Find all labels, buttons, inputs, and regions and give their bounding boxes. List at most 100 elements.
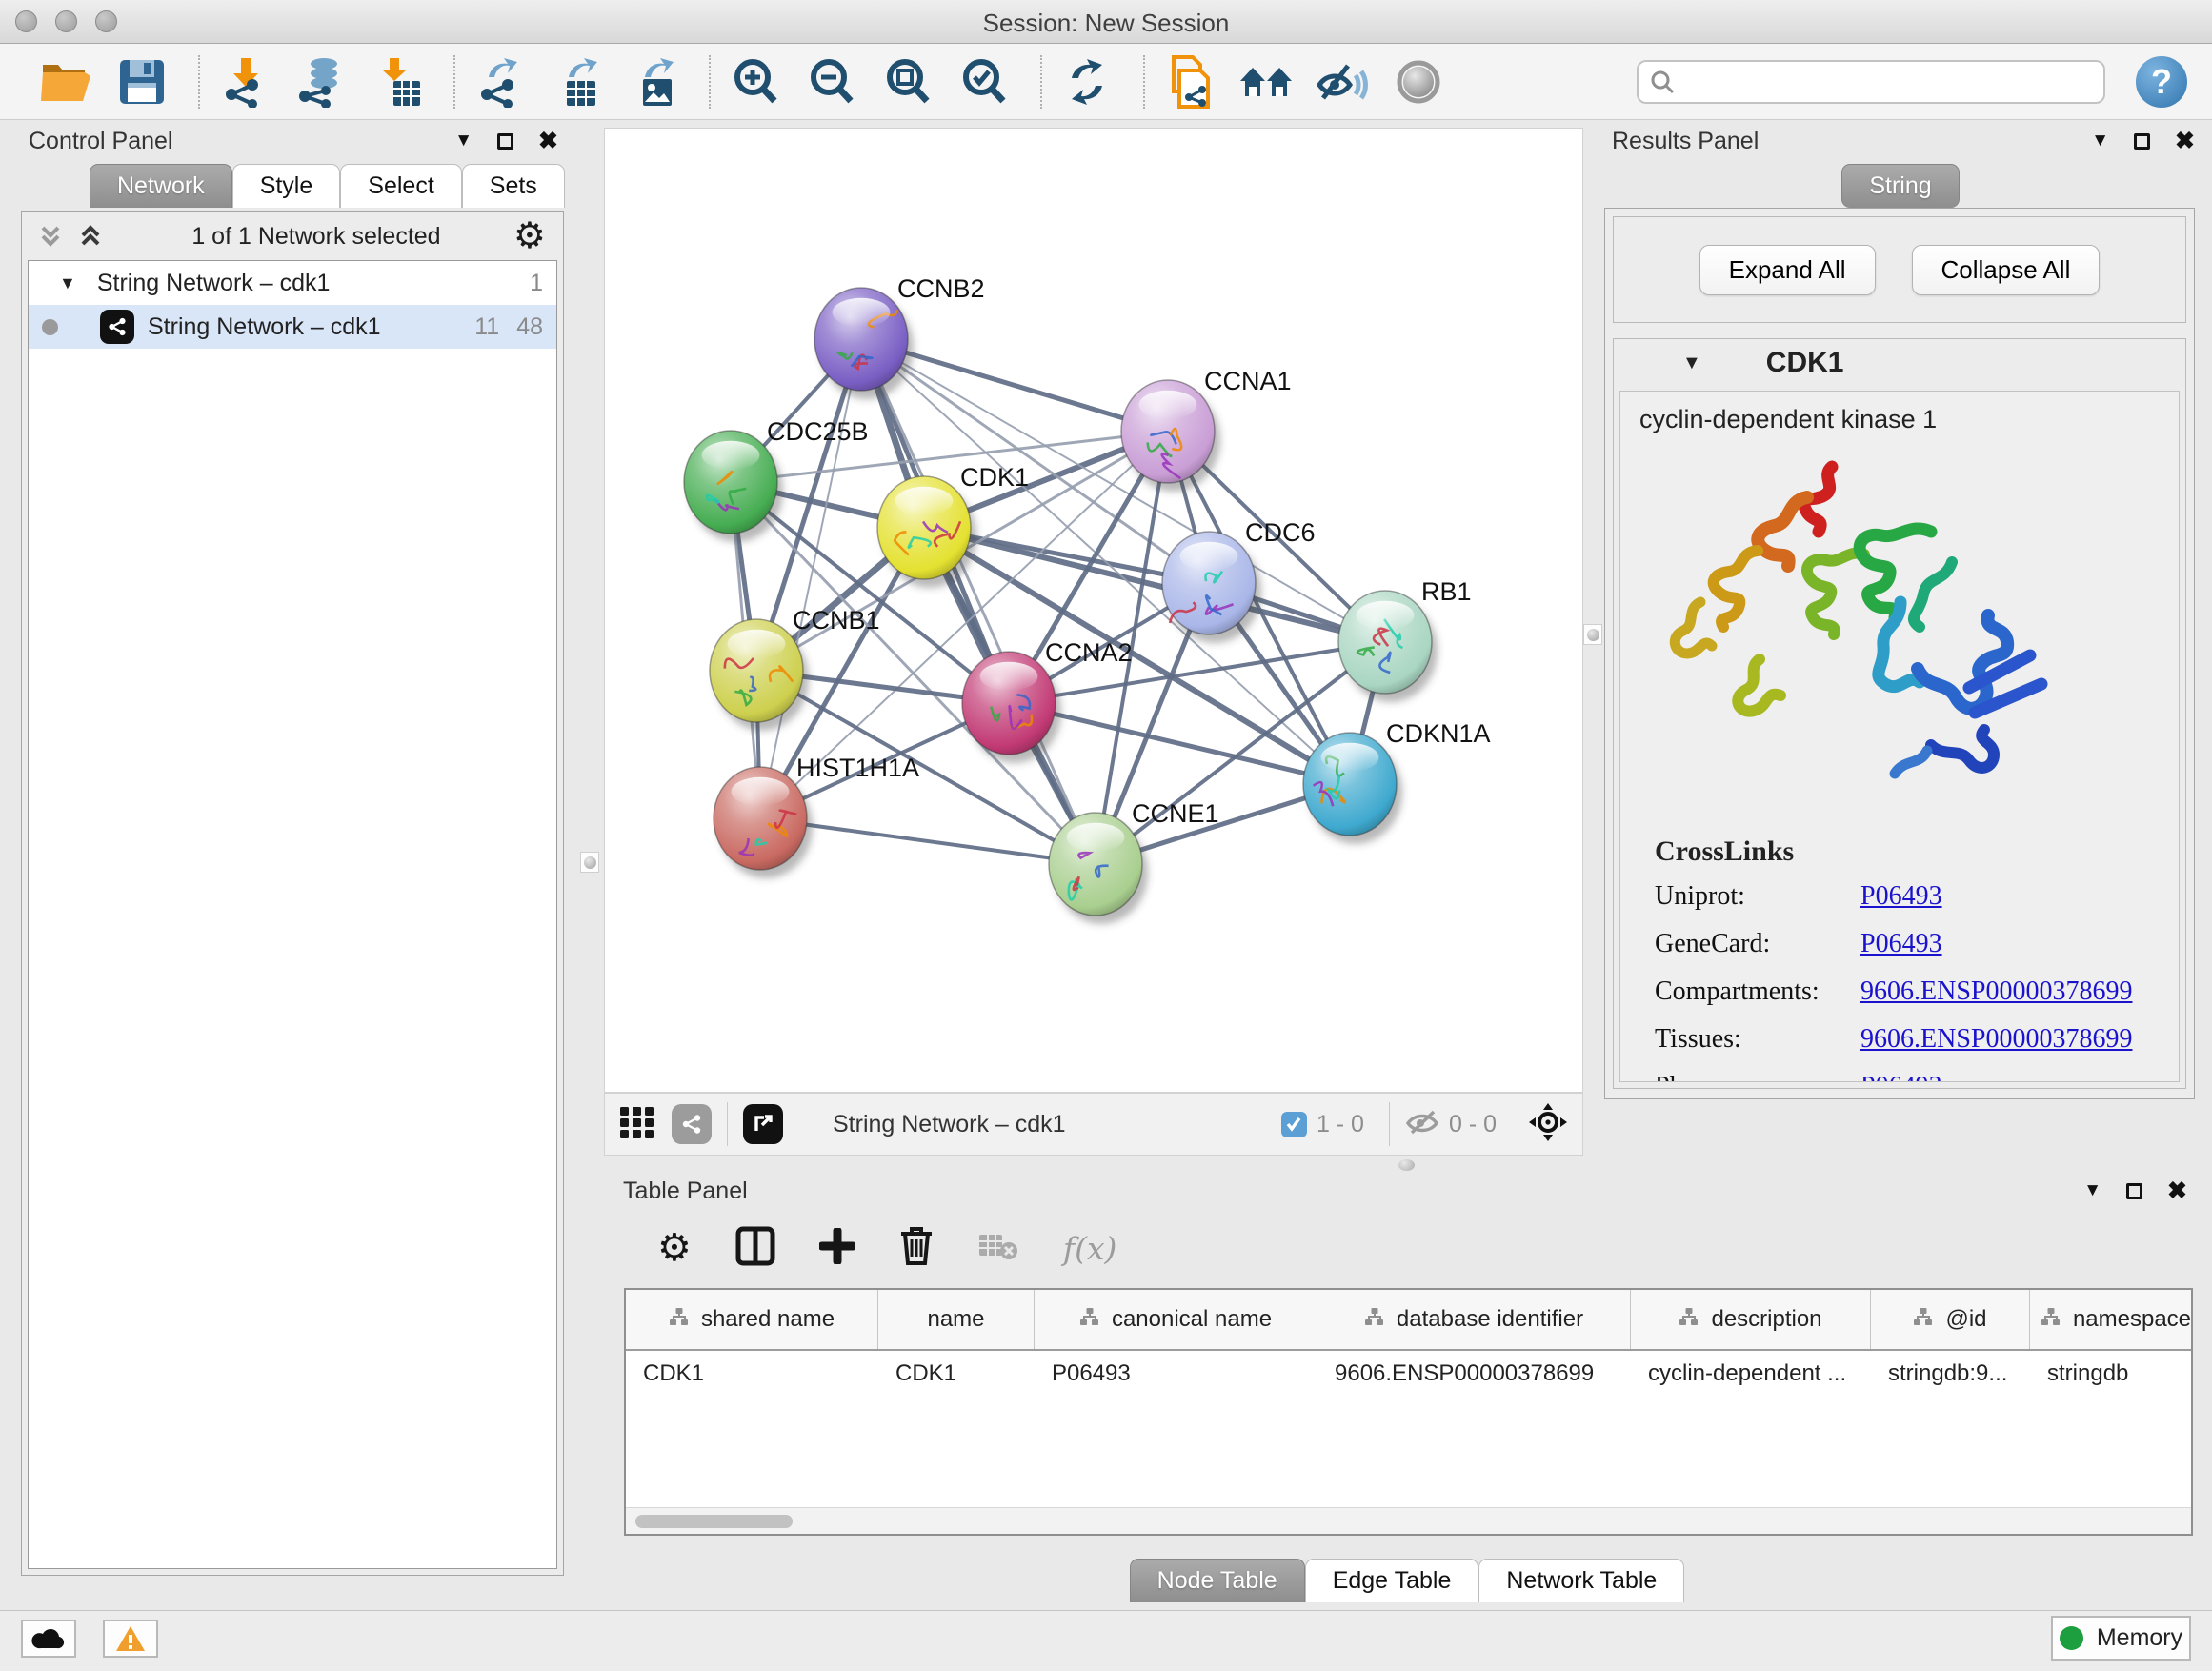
export-image-icon[interactable] [625,54,680,110]
home-pair-icon[interactable] [1238,54,1294,110]
shared-column-icon [1913,1306,1934,1333]
refresh-icon[interactable] [1059,54,1115,110]
result-entry-header[interactable]: ▼ CDK1 [1614,339,2185,387]
tab-node-table[interactable]: Node Table [1130,1559,1305,1602]
save-icon[interactable] [114,54,170,110]
tab-style[interactable]: Style [232,164,341,208]
detach-view-icon[interactable] [743,1104,783,1144]
pan-crosshair-icon[interactable] [1527,1101,1569,1148]
zoom-fit-icon[interactable] [880,54,935,110]
export-network-icon[interactable] [473,54,528,110]
open-folder-icon[interactable] [38,54,93,110]
column-header[interactable]: @id [1871,1290,2030,1349]
tab-network-table[interactable]: Network Table [1478,1559,1684,1602]
add-column-icon[interactable] [819,1228,855,1269]
search-input[interactable] [1684,69,2092,95]
network-collection-row[interactable]: ▼ String Network – cdk1 1 [29,261,556,305]
network-edge[interactable] [861,339,1096,864]
network-row[interactable]: String Network – cdk1 11 48 [29,305,556,349]
crosslink-link[interactable]: 9606.ENSP00000378699 [1860,976,2132,1007]
table-cell[interactable]: CDK1 [626,1351,878,1397]
network-graph[interactable]: CCNB2CCNA1CDC25BCDK1CDC6RB1CCNB1CCNA2CDK… [605,129,1582,1092]
warning-icon[interactable] [103,1620,158,1658]
network-share-view-icon[interactable] [672,1104,712,1144]
table-cell[interactable]: stringdb [2030,1351,2202,1397]
panel-collapse-icon[interactable]: ▼ [2091,131,2109,151]
table-cell[interactable]: 9606.ENSP00000378699 [1317,1351,1631,1397]
tab-edge-table[interactable]: Edge Table [1305,1559,1479,1602]
import-table-icon[interactable] [370,54,425,110]
memory-status-dot [2060,1626,2083,1650]
help-icon[interactable]: ? [2136,56,2187,108]
panel-float-icon[interactable] [2134,133,2150,150]
crosslink-link[interactable]: 9606.ENSP00000378699 [1860,1024,2132,1055]
import-database-icon[interactable] [293,54,349,110]
splitter-handle-left[interactable] [580,852,599,873]
zoom-selected-icon[interactable] [956,54,1012,110]
column-header[interactable]: database identifier [1317,1290,1631,1349]
network-node-ccna2[interactable] [962,652,1061,763]
panel-close-icon[interactable]: ✖ [2175,127,2195,155]
column-header[interactable]: shared name [626,1290,878,1349]
entry-expander-icon[interactable]: ▼ [1682,352,1701,374]
duplicate-network-view-icon[interactable] [1162,54,1217,110]
network-node-ccne1[interactable] [1049,813,1148,924]
column-header[interactable]: namespace [2030,1290,2202,1349]
table-cell[interactable]: CDK1 [878,1351,1035,1397]
collapse-all-icon[interactable] [39,224,62,249]
panel-collapse-icon[interactable]: ▼ [2083,1180,2101,1201]
column-header[interactable]: description [1631,1290,1871,1349]
memory-button[interactable]: Memory [2051,1616,2191,1661]
crosslink-link[interactable]: P06493 [1860,1072,1942,1082]
column-header[interactable]: name [878,1290,1035,1349]
node-label: CDKN1A [1386,719,1491,748]
delete-column-icon[interactable] [899,1226,934,1271]
table-row[interactable]: CDK1CDK1P064939606.ENSP00000378699cyclin… [626,1351,2191,1397]
network-node-cdc25b[interactable] [684,431,783,542]
panel-close-icon[interactable]: ✖ [2167,1177,2187,1205]
table-horizontal-scrollbar[interactable] [626,1507,2191,1534]
scrollbar-thumb[interactable] [635,1515,793,1528]
table-cell[interactable]: stringdb:9... [1871,1351,2030,1397]
panel-float-icon[interactable] [2126,1183,2142,1199]
tree-expander-icon[interactable]: ▼ [59,273,76,293]
tab-select[interactable]: Select [340,164,461,208]
panel-collapse-icon[interactable]: ▼ [454,131,473,151]
render-sphere-icon[interactable] [1391,54,1446,110]
zoom-in-icon[interactable] [728,54,783,110]
zoom-out-icon[interactable] [804,54,859,110]
network-node-ccna1[interactable] [1121,380,1220,492]
panel-close-icon[interactable]: ✖ [538,127,558,155]
splitter-handle-bottom[interactable] [1398,1159,1415,1171]
table-gear-icon[interactable]: ⚙ [657,1229,692,1267]
network-node-cdk1[interactable] [877,476,976,588]
network-node-ccnb2[interactable] [814,288,914,399]
show-columns-icon[interactable] [735,1226,775,1271]
collapse-all-button[interactable]: Collapse All [1912,245,2101,295]
gear-icon[interactable]: ⚙ [513,218,546,254]
tab-sets[interactable]: Sets [462,164,565,208]
hide-graphics-details-icon[interactable] [1315,54,1370,110]
crosslink-link[interactable]: P06493 [1860,881,1942,912]
tab-string[interactable]: String [1841,164,1959,208]
grid-view-icon[interactable] [618,1103,656,1146]
cloud-icon[interactable] [21,1620,76,1658]
table-cell[interactable]: P06493 [1035,1351,1317,1397]
column-header[interactable]: canonical name [1035,1290,1317,1349]
network-edge[interactable] [760,339,861,818]
network-canvas[interactable]: CCNB2CCNA1CDC25BCDK1CDC6RB1CCNB1CCNA2CDK… [604,128,1583,1093]
panel-float-icon[interactable] [497,133,513,150]
crosslink-label: Tissues: [1655,1024,1860,1055]
import-network-icon[interactable] [217,54,272,110]
table-cell[interactable]: cyclin-dependent ... [1631,1351,1871,1397]
toolbar-separator [198,55,200,109]
tab-network[interactable]: Network [90,164,232,208]
toolbar-separator [1143,55,1145,109]
expand-all-button[interactable]: Expand All [1699,245,1876,295]
network-node-cdkn1a[interactable] [1303,733,1402,844]
expand-all-icon[interactable] [79,224,102,249]
export-table-icon[interactable] [549,54,604,110]
selected-checkbox-icon[interactable] [1281,1112,1307,1137]
crosslink-link[interactable]: P06493 [1860,929,1942,959]
network-node-rb1[interactable] [1338,591,1438,702]
